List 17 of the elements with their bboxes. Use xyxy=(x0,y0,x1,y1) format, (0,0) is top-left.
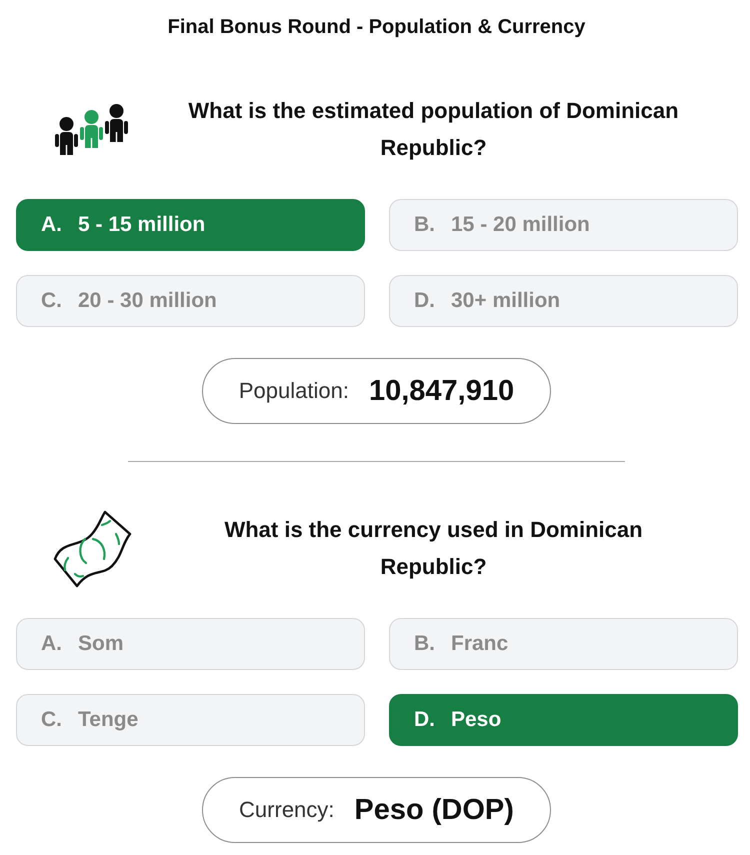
answer-option[interactable]: D. Peso xyxy=(389,694,738,746)
answer-option[interactable]: D. 30+ million xyxy=(389,275,738,327)
question-text: What is the estimated population of Dominican Republic? xyxy=(187,97,680,162)
answer-option[interactable]: B. Franc xyxy=(389,618,738,670)
answer-option[interactable]: B. 15 - 20 million xyxy=(389,199,738,251)
answer-label: Currency: xyxy=(239,797,334,823)
answer-option[interactable]: A. 5 - 15 million xyxy=(16,199,365,251)
round-title: Final Bonus Round - Population & Currency xyxy=(166,15,586,40)
banknote-icon xyxy=(52,508,132,588)
people-icon xyxy=(55,103,129,155)
question-text: What is the currency used in Dominican Republic? xyxy=(223,516,644,581)
answer-option[interactable]: A. Som xyxy=(16,618,365,670)
answer-value: 10,847,910 xyxy=(368,374,514,408)
answer-label: Population: xyxy=(238,378,349,404)
answer-value: Peso (DOP) xyxy=(354,794,514,826)
answer-option[interactable]: C. Tenge xyxy=(16,694,365,746)
answer-option[interactable]: C. 20 - 30 million xyxy=(16,275,365,327)
